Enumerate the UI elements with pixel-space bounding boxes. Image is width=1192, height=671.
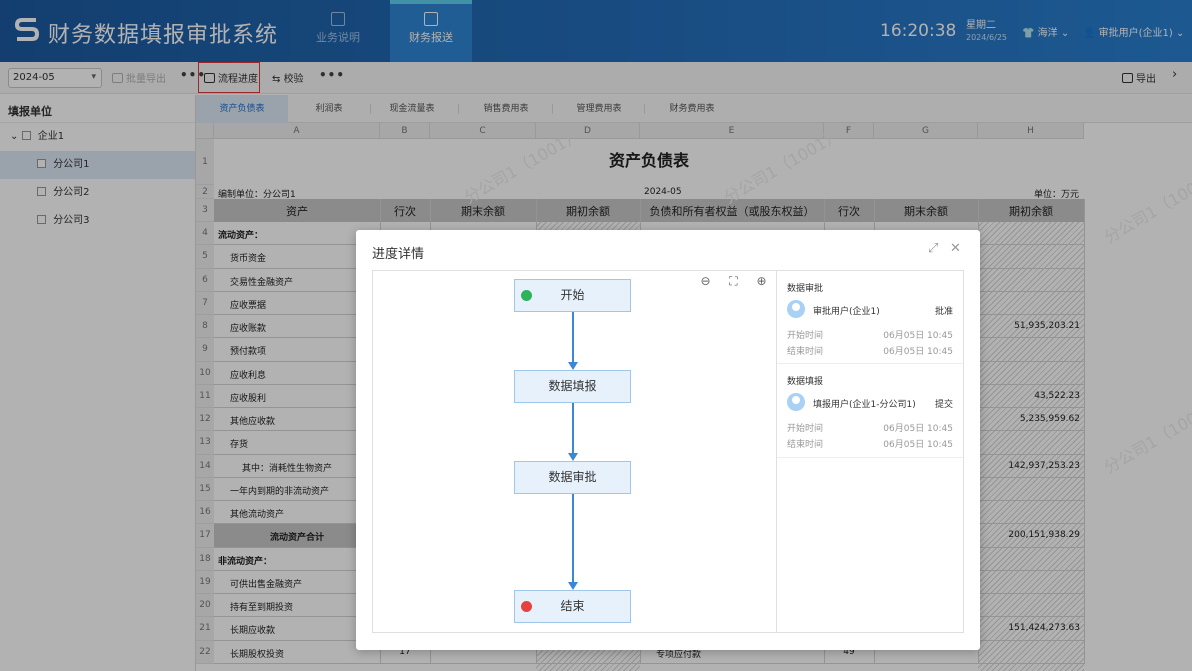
record-action: 提交 xyxy=(934,400,953,410)
progress-dialog: 进度详情 ⤢ ✕ ⊖ ⛶ ⊕ 开始 数据填报 数据审批 结束 数据审批 审批用户… xyxy=(356,230,980,650)
record-user: 填报用户(企业1-分公司1) xyxy=(813,400,916,410)
record-user: 审批用户(企业1) xyxy=(813,307,880,317)
start-time: 06月05日 10:45 xyxy=(883,424,953,434)
record-fill: 数据填报 填报用户(企业1-分公司1) 提交 开始时间 06月05日 10:45… xyxy=(777,364,963,458)
dialog-title: 进度详情 xyxy=(372,247,425,262)
start-time: 06月05日 10:45 xyxy=(883,331,953,341)
play-icon xyxy=(521,290,532,301)
zoom-out-icon[interactable]: ⊖ xyxy=(699,275,712,289)
close-icon[interactable]: ✕ xyxy=(950,241,961,256)
flow-arrow xyxy=(572,312,574,362)
flow-node-label: 开始 xyxy=(560,288,585,302)
avatar xyxy=(787,300,805,318)
record-action: 批准 xyxy=(934,307,953,317)
record-step: 数据审批 xyxy=(787,284,824,294)
arrowhead-icon xyxy=(568,453,578,461)
start-time-label: 开始时间 xyxy=(787,424,824,434)
start-time-label: 开始时间 xyxy=(787,331,824,341)
flow-arrow xyxy=(572,403,574,453)
end-time: 06月05日 10:45 xyxy=(883,347,953,357)
arrowhead-icon xyxy=(568,362,578,370)
flow-arrow xyxy=(572,494,574,582)
zoom-in-icon[interactable]: ⊕ xyxy=(755,275,768,289)
record-approve: 数据审批 审批用户(企业1) 批准 开始时间 06月05日 10:45 结束时间… xyxy=(777,271,963,364)
flow-canvas[interactable]: ⊖ ⛶ ⊕ 开始 数据填报 数据审批 结束 xyxy=(372,270,777,633)
fit-view-icon[interactable]: ⛶ xyxy=(727,275,740,289)
end-time-label: 结束时间 xyxy=(787,347,824,357)
avatar xyxy=(787,393,805,411)
flow-node-label: 结束 xyxy=(560,599,585,613)
arrowhead-icon xyxy=(568,582,578,590)
flow-node-label: 数据审批 xyxy=(548,470,597,484)
end-time-label: 结束时间 xyxy=(787,440,824,450)
flow-node-fill[interactable]: 数据填报 xyxy=(514,370,631,403)
flow-node-end[interactable]: 结束 xyxy=(514,590,631,623)
progress-records: 数据审批 审批用户(企业1) 批准 开始时间 06月05日 10:45 结束时间… xyxy=(776,270,964,633)
flow-node-label: 数据填报 xyxy=(548,379,597,393)
maximize-icon[interactable]: ⤢ xyxy=(928,241,938,256)
end-time: 06月05日 10:45 xyxy=(883,440,953,450)
flow-node-start[interactable]: 开始 xyxy=(514,279,631,312)
flow-node-approve[interactable]: 数据审批 xyxy=(514,461,631,494)
record-step: 数据填报 xyxy=(787,377,824,387)
stop-icon xyxy=(521,601,532,612)
